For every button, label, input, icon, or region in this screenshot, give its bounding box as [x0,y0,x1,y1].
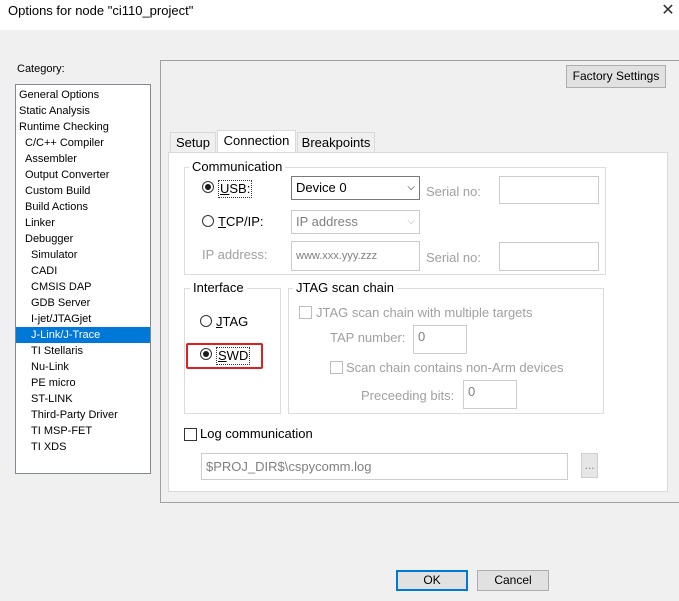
serial-no-input[interactable] [499,176,599,204]
category-item-label: General Options [19,89,100,101]
jtag-radio[interactable] [200,315,212,327]
tap-number-label: TAP number: [330,330,406,345]
factory-settings-button[interactable]: Factory Settings [566,65,666,88]
category-item[interactable]: CMSIS DAP [16,279,150,295]
preceding-bits-label: Preceeding bits: [361,388,455,403]
category-item-label: Custom Build [25,185,91,197]
category-item-label: GDB Server [31,297,91,309]
category-item[interactable]: C/C++ Compiler [16,135,150,151]
category-item[interactable]: Custom Build [16,183,150,199]
tcpip-label: TCP/IP: [218,214,264,229]
serial-no-label-2: Serial no: [426,250,481,265]
category-item[interactable]: Debugger [16,231,150,247]
category-item-label: Debugger [25,233,74,245]
category-item-label: Simulator [31,249,78,261]
ip-address-select-value: IP address [296,214,358,229]
category-item-label: J-Link/J-Trace [31,329,101,341]
category-label: Category: [17,63,65,75]
ok-button[interactable]: OK [396,570,468,591]
category-item[interactable]: PE micro [16,375,150,391]
category-item-label: PE micro [31,377,76,389]
communication-group-title: Communication [189,160,286,174]
serial-no-input-2[interactable] [499,242,599,271]
category-item[interactable]: Static Analysis [16,103,150,119]
tab-connection[interactable]: Connection [217,130,296,153]
category-item-label: I-jet/JTAGjet [31,313,92,325]
chevron-down-icon: ⌵ [407,216,415,227]
category-item-label: CMSIS DAP [31,281,92,293]
chevron-down-icon: ⌵ [407,182,415,193]
category-item-label: CADI [31,265,58,277]
jtag-label: JTAG [216,314,249,329]
category-item[interactable]: Linker [16,215,150,231]
category-item-label: TI XDS [31,441,67,453]
cancel-button[interactable]: Cancel [477,570,549,591]
usb-radio[interactable] [202,181,214,193]
jtag-scan-chain-title: JTAG scan chain [293,281,398,295]
category-item[interactable]: TI MSP-FET [16,423,150,439]
category-item[interactable]: J-Link/J-Trace [16,327,150,343]
tap-number-input[interactable]: 0 [413,325,467,354]
interface-group-title: Interface [190,281,247,295]
category-item[interactable]: TI XDS [16,439,150,455]
swd-label: SWD [216,347,251,365]
serial-no-label: Serial no: [426,184,481,199]
category-item[interactable]: Assembler [16,151,150,167]
category-item[interactable]: Nu-Link [16,359,150,375]
non-arm-label: Scan chain contains non-Arm devices [346,360,564,375]
category-list[interactable]: General Options Static Analysis Runtime Ch… [15,84,151,474]
preceding-bits-input[interactable]: 0 [463,380,517,409]
category-item[interactable]: Third-Party Driver [16,407,150,423]
ip-address-label: IP address: [202,247,268,262]
category-item-label: Nu-Link [31,361,69,373]
category-item-label: Assembler [25,153,77,165]
category-item[interactable]: I-jet/JTAGjet [16,311,150,327]
category-item[interactable]: Runtime Checking [16,119,150,135]
category-item[interactable]: TI Stellaris [16,343,150,359]
tcpip-radio[interactable] [202,215,214,227]
usb-device-select[interactable]: Device 0 ⌵ [291,176,420,200]
category-item-label: Linker [25,217,55,229]
close-icon[interactable]: ✕ [657,0,679,22]
category-item[interactable]: GDB Server [16,295,150,311]
tab-breakpoints[interactable]: Breakpoints [297,132,375,152]
category-item[interactable]: CADI [16,263,150,279]
category-item[interactable]: ST-LINK [16,391,150,407]
category-item[interactable]: Build Actions [16,199,150,215]
category-item[interactable]: General Options [16,87,150,103]
swd-radio[interactable] [200,348,212,360]
category-item-label: Build Actions [25,201,88,213]
window-title: Options for node "ci110_project" [8,3,194,18]
category-item[interactable]: Output Converter [16,167,150,183]
category-item-label: ST-LINK [31,393,73,405]
category-item-label: Output Converter [25,169,110,181]
usb-label: USB: [218,180,253,198]
category-item-label: TI Stellaris [31,345,83,357]
ip-address-select[interactable]: IP address ⌵ [291,210,420,234]
multi-targets-label: JTAG scan chain with multiple targets [316,305,533,320]
tab-setup[interactable]: Setup [170,132,216,152]
multi-targets-checkbox[interactable] [299,306,312,319]
log-communication-checkbox[interactable] [184,428,197,441]
category-item-label: Runtime Checking [19,121,109,133]
category-item-label: Static Analysis [19,105,90,117]
browse-button[interactable]: ... [581,453,598,478]
log-path-input[interactable]: $PROJ_DIR$\cspycomm.log [201,453,568,480]
usb-device-value: Device 0 [296,180,347,195]
log-communication-label: Log communication [200,426,313,441]
non-arm-checkbox[interactable] [330,361,343,374]
category-item-label: Third-Party Driver [31,409,118,421]
category-item-label: TI MSP-FET [31,425,93,437]
ip-address-input[interactable]: www.xxx.yyy.zzz [291,241,420,271]
category-item-label: C/C++ Compiler [25,137,104,149]
category-item[interactable]: Simulator [16,247,150,263]
